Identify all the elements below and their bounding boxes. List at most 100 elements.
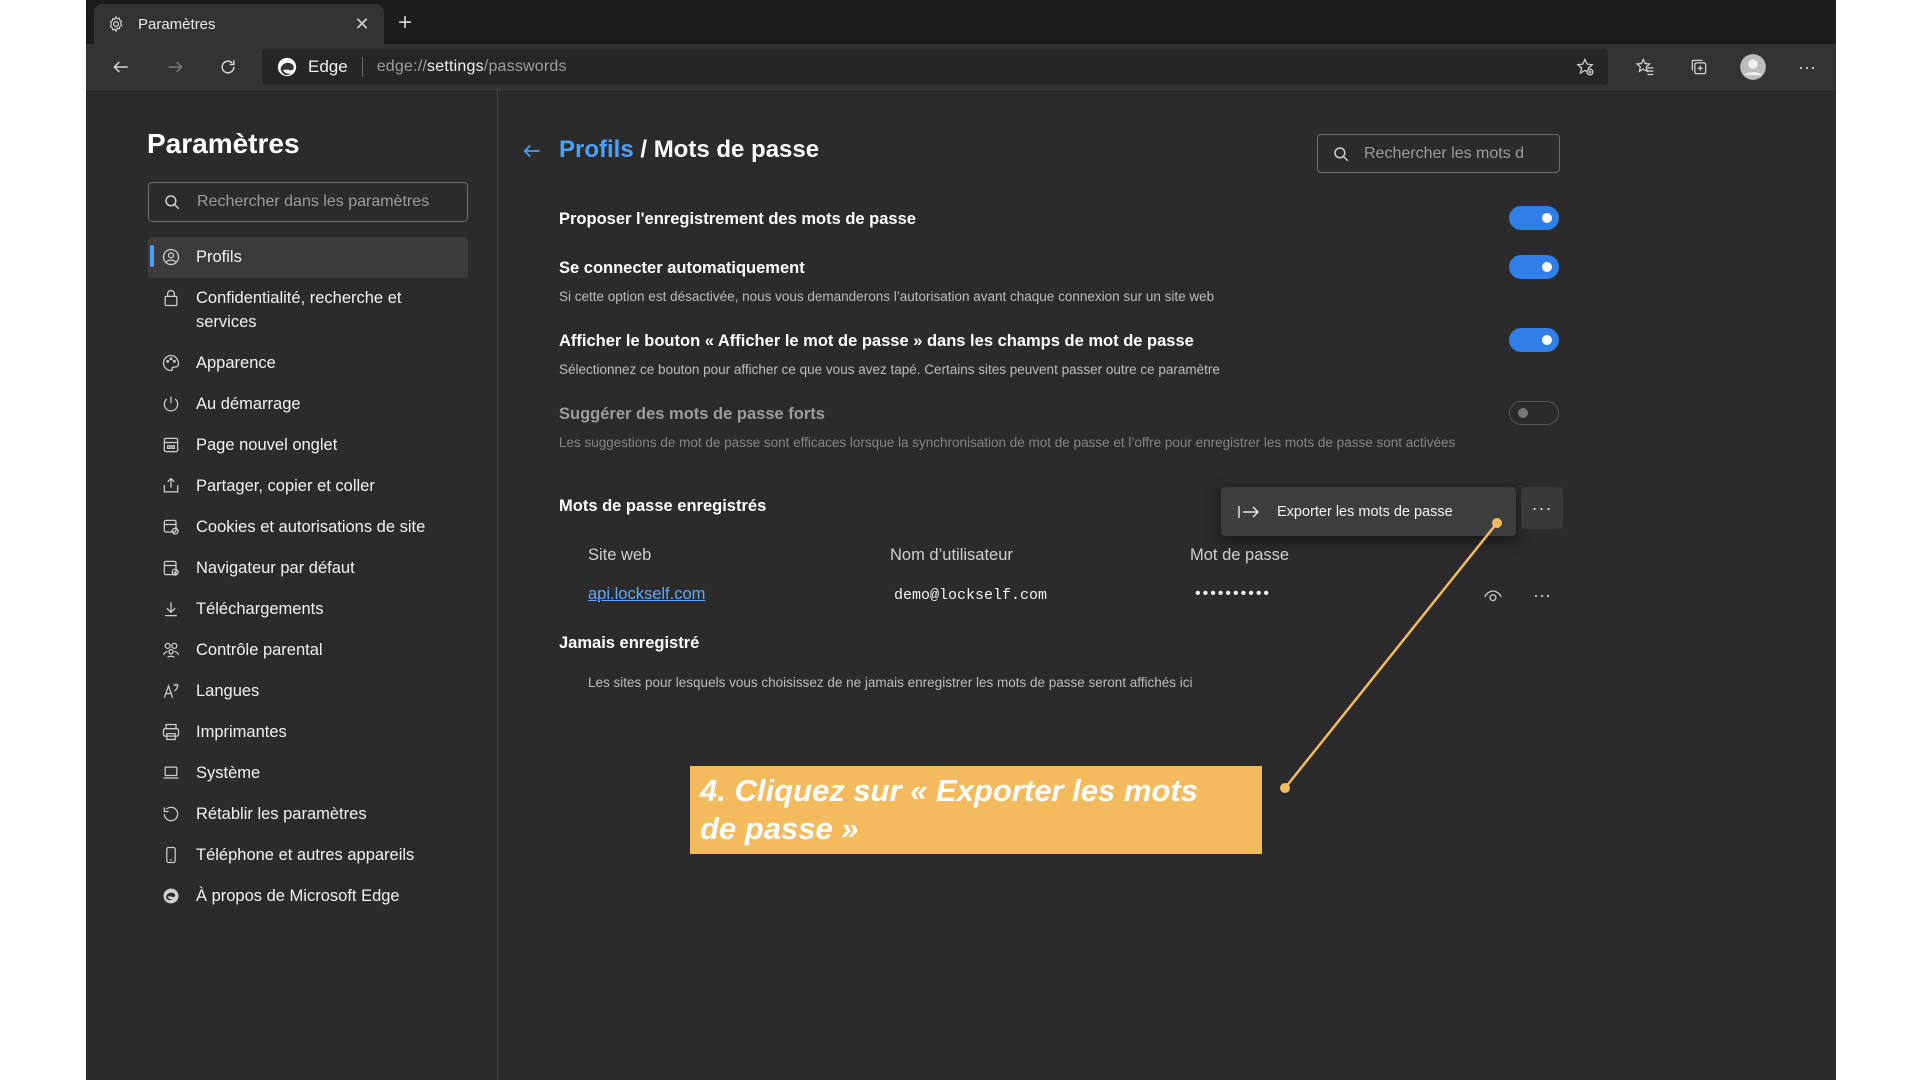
sidebar-item-label: Cookies et autorisations de site bbox=[196, 518, 426, 536]
row-site-link[interactable]: api.lockself.com bbox=[588, 585, 705, 604]
sidebar-title: Paramètres bbox=[147, 128, 300, 159]
column-header-site: Site web bbox=[588, 546, 652, 564]
saved-passwords-more-button[interactable]: ··· bbox=[1521, 487, 1563, 529]
breadcrumb-profiles-link[interactable]: Profils bbox=[559, 136, 634, 163]
export-passwords-menu-item[interactable]: Exporter les mots de passe bbox=[1221, 487, 1516, 536]
toggle-offer-save[interactable] bbox=[1509, 206, 1559, 230]
address-bar[interactable]: Edge edge://settings/passwords bbox=[262, 49, 1608, 85]
column-header-username: Nom d’utilisateur bbox=[890, 546, 1013, 564]
sidebar-item-12[interactable]: Imprimantes bbox=[148, 712, 468, 753]
new-tab-page-icon bbox=[160, 434, 182, 456]
export-passwords-label: Exporter les mots de passe bbox=[1277, 503, 1453, 520]
sidebar-item-13[interactable]: Système bbox=[148, 753, 468, 794]
favorites-button[interactable] bbox=[1630, 52, 1660, 82]
tab-strip: Paramètres ✕ + bbox=[86, 0, 1836, 44]
refresh-button[interactable] bbox=[213, 52, 243, 82]
forward-button[interactable] bbox=[160, 52, 190, 82]
sidebar-item-10[interactable]: Contrôle parental bbox=[148, 630, 468, 671]
collections-button[interactable] bbox=[1684, 52, 1714, 82]
sidebar-item-label: À propos de Microsoft Edge bbox=[196, 887, 400, 905]
password-search-input[interactable]: Rechercher les mots d bbox=[1317, 134, 1560, 173]
setting-reveal-button: Afficher le bouton « Afficher le mot de … bbox=[559, 328, 1559, 379]
search-icon bbox=[1334, 146, 1349, 161]
setting-title: Afficher le bouton « Afficher le mot de … bbox=[559, 332, 1194, 350]
sidebar-item-label: Apparence bbox=[196, 354, 276, 372]
toolbar: Edge edge://settings/passwords ··· bbox=[86, 44, 1836, 90]
sidebar-item-2[interactable]: Confidentialité, recherche et services bbox=[148, 278, 468, 343]
collections-icon bbox=[1691, 59, 1707, 75]
setting-title: Suggérer des mots de passe forts bbox=[559, 405, 825, 423]
palette-icon bbox=[160, 352, 182, 374]
sidebar-item-label: Contrôle parental bbox=[196, 641, 323, 659]
sidebar-item-label: Profils bbox=[196, 248, 242, 266]
family-icon bbox=[160, 639, 182, 661]
show-password-icon[interactable] bbox=[1481, 584, 1505, 608]
more-menu-button[interactable]: ··· bbox=[1792, 52, 1822, 82]
address-url: edge://settings/passwords bbox=[376, 58, 567, 75]
row-username: demo@lockself.com bbox=[894, 587, 1048, 604]
laptop-icon bbox=[160, 762, 182, 784]
password-search-placeholder: Rechercher les mots d bbox=[1364, 144, 1525, 162]
profile-button[interactable] bbox=[1738, 52, 1768, 82]
breadcrumb: Profils / Mots de passe bbox=[559, 136, 819, 164]
page-title: / Mots de passe bbox=[633, 136, 820, 163]
callout-line-2: de passe » bbox=[700, 811, 859, 846]
sidebar-item-5[interactable]: Page nouvel onglet bbox=[148, 425, 468, 466]
setting-suggest-strong: Suggérer des mots de passe forts Les sug… bbox=[559, 401, 1559, 452]
sidebar-item-label: Confidentialité, recherche et services bbox=[196, 289, 402, 331]
sidebar-item-label: Langues bbox=[196, 682, 260, 700]
forward-arrow-icon bbox=[168, 61, 183, 73]
sidebar-item-14[interactable]: Rétablir les paramètres bbox=[148, 794, 468, 835]
setting-offer-save: Proposer l'enregistrement des mots de pa… bbox=[559, 206, 1559, 230]
power-icon bbox=[160, 393, 182, 415]
setting-description: Sélectionnez ce bouton pour afficher ce … bbox=[559, 362, 1220, 377]
new-tab-button[interactable]: + bbox=[392, 9, 418, 36]
sidebar-item-16[interactable]: À propos de Microsoft Edge bbox=[148, 876, 468, 917]
settings-search-placeholder: Rechercher dans les paramètres bbox=[197, 193, 430, 210]
sidebar-item-11[interactable]: Langues bbox=[148, 671, 468, 712]
sidebar-item-1[interactable]: Profils bbox=[148, 237, 468, 278]
toggle-reveal-button[interactable] bbox=[1509, 328, 1559, 352]
close-tab-icon[interactable]: ✕ bbox=[352, 14, 372, 34]
sidebar-item-label: Imprimantes bbox=[196, 723, 287, 741]
sidebar-item-label: Page nouvel onglet bbox=[196, 436, 338, 454]
tab-title: Paramètres bbox=[138, 15, 216, 33]
passwords-page: Profils / Mots de passe Rechercher les m… bbox=[499, 90, 1836, 1080]
ellipsis-icon: ··· bbox=[1798, 56, 1816, 77]
address-brand: Edge bbox=[308, 57, 348, 76]
toggle-suggest-strong[interactable] bbox=[1509, 401, 1559, 425]
edge-logo-icon bbox=[277, 57, 297, 77]
sidebar-item-label: Navigateur par défaut bbox=[196, 559, 355, 577]
setting-title: Proposer l'enregistrement des mots de pa… bbox=[559, 210, 916, 228]
sidebar-item-8[interactable]: Navigateur par défaut bbox=[148, 548, 468, 589]
sidebar-item-label: Système bbox=[196, 764, 261, 782]
avatar-icon bbox=[1740, 54, 1766, 80]
sidebar-item-7[interactable]: Cookies et autorisations de site bbox=[148, 507, 468, 548]
column-header-password: Mot de passe bbox=[1190, 546, 1290, 564]
setting-auto-signin: Se connecter automatiquement Si cette op… bbox=[559, 255, 1559, 306]
back-to-profiles-icon[interactable] bbox=[519, 138, 545, 164]
profile-icon bbox=[160, 246, 182, 268]
back-button[interactable] bbox=[106, 52, 136, 82]
sidebar-item-9[interactable]: Téléchargements bbox=[148, 589, 468, 630]
ellipsis-icon: ··· bbox=[1531, 497, 1553, 518]
settings-search-input[interactable]: Rechercher dans les paramètres bbox=[148, 182, 468, 222]
sidebar-item-label: Téléphone et autres appareils bbox=[196, 846, 415, 864]
export-icon bbox=[1238, 505, 1260, 518]
tab-settings[interactable]: Paramètres ✕ bbox=[94, 4, 384, 44]
row-more-button[interactable]: ··· bbox=[1529, 582, 1555, 608]
printer-icon bbox=[160, 721, 182, 743]
sidebar-item-15[interactable]: Téléphone et autres appareils bbox=[148, 835, 468, 876]
sidebar-item-3[interactable]: Apparence bbox=[148, 343, 468, 384]
gear-icon bbox=[106, 14, 126, 34]
sidebar-item-4[interactable]: Au démarrage bbox=[148, 384, 468, 425]
toggle-auto-signin[interactable] bbox=[1509, 255, 1559, 279]
add-favorite-icon[interactable] bbox=[1572, 54, 1598, 80]
saved-passwords-title: Mots de passe enregistrés bbox=[559, 497, 767, 515]
download-icon bbox=[160, 598, 182, 620]
sidebar-item-label: Rétablir les paramètres bbox=[196, 805, 367, 823]
setting-description: Si cette option est désactivée, nous vou… bbox=[559, 289, 1215, 304]
sidebar-item-6[interactable]: Partager, copier et coller bbox=[148, 466, 468, 507]
share-icon bbox=[160, 475, 182, 497]
back-arrow-icon bbox=[113, 61, 128, 73]
